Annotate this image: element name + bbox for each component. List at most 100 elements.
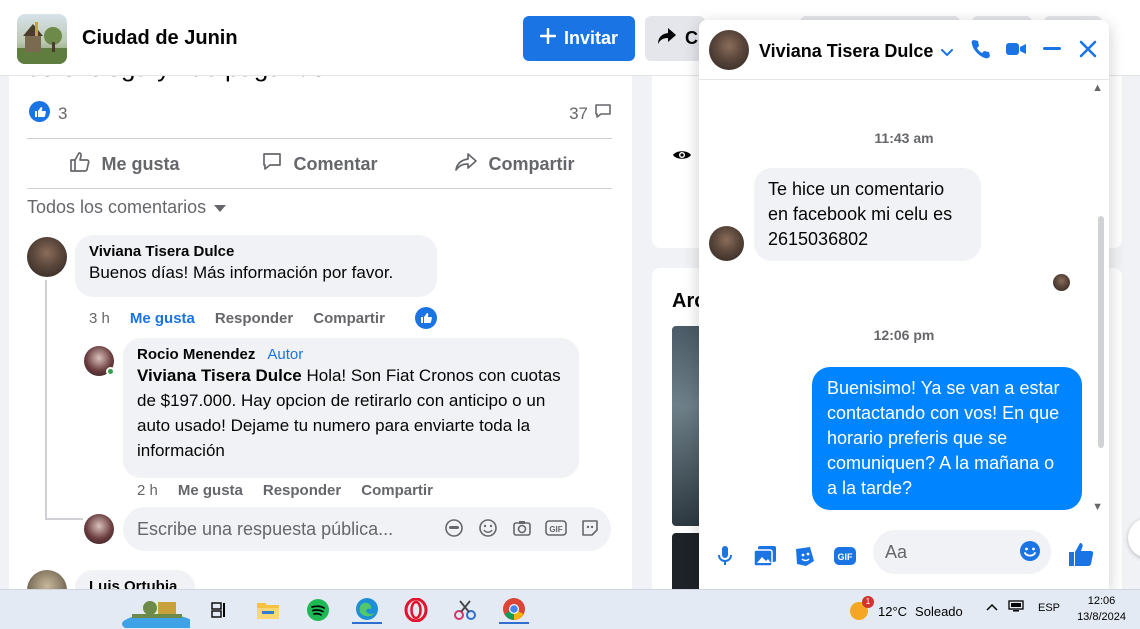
- page-title[interactable]: Ciudad de Junin: [82, 27, 238, 50]
- opera-browser-icon[interactable]: [401, 596, 431, 624]
- comment-count-value: 37: [569, 103, 588, 123]
- invite-label: Invitar: [563, 28, 619, 48]
- incoming-message[interactable]: Te hice un comentario en facebook mi cel…: [754, 168, 981, 261]
- minimize-icon[interactable]: [1041, 37, 1063, 61]
- weather-text: Soleado: [915, 603, 963, 619]
- share-button-label: Compartir: [488, 153, 575, 174]
- avatar[interactable]: [84, 514, 114, 544]
- comment-share-button[interactable]: Compartir: [313, 310, 385, 327]
- divider: [27, 188, 612, 189]
- temperature-text: 12°C: [878, 603, 908, 619]
- comment-button[interactable]: Comentar: [222, 140, 417, 188]
- chat-contact-name: Viviana Tisera Dulce: [759, 41, 934, 61]
- share-button[interactable]: Compartir: [417, 140, 612, 188]
- weather-alert-badge: 1: [862, 596, 874, 608]
- video-call-icon[interactable]: [1005, 37, 1027, 61]
- file-explorer-icon[interactable]: [253, 596, 283, 624]
- reply-author-row: Rocio Menendez Autor: [137, 346, 565, 363]
- reply-like-button[interactable]: Me gusta: [178, 482, 243, 499]
- like-button-label: Me gusta: [101, 153, 180, 174]
- comment-bubble: Viviana Tisera Dulce Buenos días! Más in…: [75, 235, 437, 297]
- avatar[interactable]: [709, 226, 744, 261]
- reply-meta: 2 h Me gusta Responder Compartir: [137, 482, 433, 499]
- spotify-icon[interactable]: [303, 596, 333, 624]
- reply-share-button[interactable]: Compartir: [361, 482, 433, 499]
- divider: [27, 138, 612, 139]
- comment-like-button[interactable]: Me gusta: [130, 310, 195, 327]
- reaction-count[interactable]: 3: [58, 104, 67, 124]
- comment-author[interactable]: Viviana Tisera Dulce: [89, 243, 423, 260]
- message-input[interactable]: Aa: [873, 530, 1051, 574]
- close-icon[interactable]: [1077, 37, 1099, 61]
- emoji-icon[interactable]: [477, 517, 499, 539]
- reply-time[interactable]: 2 h: [137, 482, 158, 499]
- comment-sort-dropdown[interactable]: Todos los comentarios: [27, 197, 227, 218]
- page-avatar[interactable]: [17, 14, 67, 64]
- clock-time: 12:06: [1087, 595, 1116, 607]
- emoji-icon[interactable]: [1019, 540, 1041, 567]
- reactions-row: 3 37: [27, 100, 612, 126]
- share-icon: [454, 152, 478, 177]
- clock-date: 13/8/2024: [1077, 611, 1126, 623]
- outgoing-message[interactable]: Buenisimo! Ya se van a estar contactando…: [812, 367, 1082, 510]
- sticker-icon[interactable]: [579, 517, 601, 539]
- edge-browser-icon[interactable]: [352, 596, 382, 624]
- like-reaction-icon[interactable]: [414, 307, 437, 329]
- chat-actions: [969, 37, 1099, 61]
- reply-author[interactable]: Rocio Menendez: [137, 346, 255, 363]
- task-view-icon[interactable]: [204, 596, 234, 624]
- like-button[interactable]: Me gusta: [27, 140, 222, 188]
- comment-bubble-icon: [594, 102, 612, 125]
- gif-icon[interactable]: GIF: [545, 517, 567, 539]
- system-tray: [986, 600, 1024, 615]
- snipping-tool-icon[interactable]: [450, 596, 480, 624]
- system-clock[interactable]: 12:06 13/8/2024: [1077, 593, 1126, 625]
- comment-count[interactable]: 37: [569, 102, 612, 125]
- tray-expand-chevron-icon[interactable]: [986, 600, 998, 615]
- share-page-button[interactable]: C: [645, 16, 705, 61]
- scroll-up-arrow[interactable]: ▲: [1092, 82, 1103, 94]
- avatar[interactable]: [27, 237, 67, 277]
- camera-icon[interactable]: [511, 517, 533, 539]
- microphone-icon[interactable]: [713, 544, 737, 568]
- sticker-icon[interactable]: [793, 544, 817, 568]
- chat-contact-avatar[interactable]: [709, 30, 749, 70]
- reply-mention[interactable]: Viviana Tisera Dulce: [137, 366, 302, 385]
- svg-text:GIF: GIF: [838, 552, 854, 562]
- comment-reply-button[interactable]: Responder: [215, 310, 293, 327]
- weather-widget[interactable]: 1 12°C Soleado: [848, 596, 963, 622]
- network-icon[interactable]: [1008, 600, 1024, 615]
- invite-button[interactable]: Invitar: [523, 16, 635, 61]
- reply-reply-button[interactable]: Responder: [263, 482, 341, 499]
- floating-button[interactable]: [1128, 518, 1140, 558]
- avatar-sticker-icon[interactable]: [443, 517, 465, 539]
- scroll-down-arrow[interactable]: ▼: [1092, 501, 1103, 513]
- windows-taskbar: 1 12°C Soleado ESP 12:06 13/8/2024: [0, 589, 1140, 629]
- reply-input-tools: GIF: [443, 517, 601, 539]
- chrome-browser-icon[interactable]: [499, 596, 529, 624]
- gif-icon[interactable]: GIF: [833, 544, 857, 568]
- comment-icon: [261, 151, 283, 178]
- svg-text:GIF: GIF: [549, 525, 562, 534]
- chevron-down-icon: [941, 41, 954, 62]
- photo-icon[interactable]: [753, 544, 777, 568]
- comment-sort-label: Todos los comentarios: [27, 197, 207, 217]
- taskbar-widget-landscape-icon[interactable]: [120, 592, 190, 628]
- thumbs-up-send-icon[interactable]: [1067, 540, 1095, 573]
- reply-text: Viviana Tisera Dulce Hola! Son Fiat Cron…: [137, 363, 565, 463]
- message-input-placeholder: Aa: [885, 541, 908, 562]
- composer-tools: GIF: [713, 544, 857, 568]
- chat-composer: GIF Aa: [699, 526, 1109, 590]
- phone-icon[interactable]: [969, 37, 991, 61]
- comment-button-label: Comentar: [293, 153, 378, 174]
- language-indicator[interactable]: ESP: [1038, 602, 1060, 614]
- reply-input[interactable]: Escribe una respuesta pública... GIF: [123, 507, 611, 551]
- like-reaction-icon[interactable]: [29, 101, 50, 122]
- comment-time[interactable]: 3 h: [89, 310, 110, 327]
- read-receipt-avatar: [1053, 274, 1070, 291]
- chat-contact-button[interactable]: Viviana Tisera Dulce: [759, 41, 954, 62]
- post-card: se entrega y vas pagando 3 37 Me gusta C…: [9, 40, 632, 600]
- eye-icon: [672, 148, 692, 167]
- chat-header: Viviana Tisera Dulce: [699, 20, 1109, 80]
- thread-line: [45, 518, 83, 520]
